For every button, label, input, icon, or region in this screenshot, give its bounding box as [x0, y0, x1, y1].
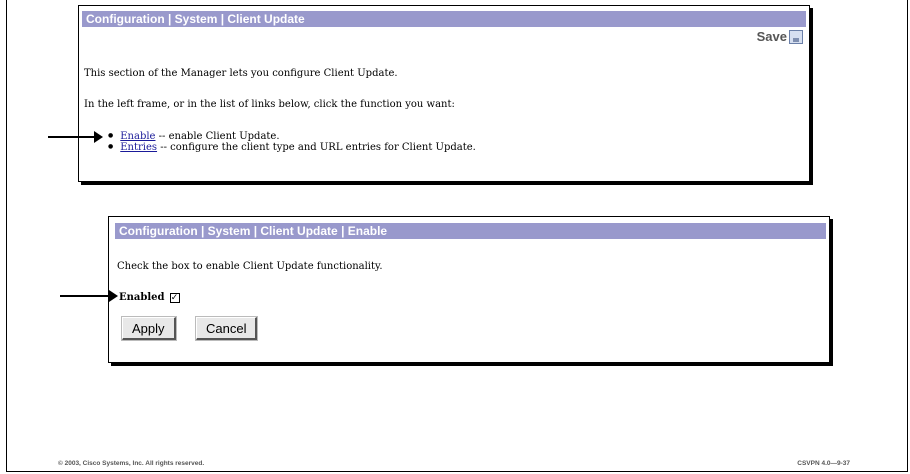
save-disk-icon: [789, 29, 803, 44]
entries-link-description: -- configure the client type and URL ent…: [157, 142, 476, 153]
page-title: Configuration | System | Client Update: [82, 11, 806, 27]
client-update-panel: Configuration | System | Client Update S…: [78, 5, 810, 182]
arrow-right-icon: [48, 131, 103, 143]
save-label: Save: [756, 29, 787, 44]
enable-instruction-text: Check the box to enable Client Update fu…: [117, 261, 383, 272]
enabled-checkbox[interactable]: ✓: [169, 292, 180, 303]
save-button[interactable]: Save: [757, 29, 803, 44]
entries-link[interactable]: Entries: [120, 142, 157, 153]
cancel-button[interactable]: Cancel: [196, 317, 258, 340]
list-item: Entries -- configure the client type and…: [108, 141, 476, 153]
copyright-text: © 2003, Cisco Systems, Inc. All rights r…: [58, 460, 205, 467]
apply-button[interactable]: Apply: [122, 317, 176, 340]
list-item: Enable -- enable Client Update.: [108, 130, 476, 142]
instruction-text: In the left frame, or in the list of lin…: [84, 99, 455, 110]
course-code-text: CSVPN 4.0—9-37: [797, 460, 850, 467]
checkmark-icon: ✓: [170, 292, 179, 303]
enable-page-title: Configuration | System | Client Update |…: [115, 223, 826, 239]
arrow-right-icon: [60, 290, 118, 302]
function-link-list: Enable -- enable Client Update. Entries …: [108, 130, 476, 153]
intro-text: This section of the Manager lets you con…: [84, 68, 398, 79]
enabled-row: Enabled ✓: [119, 292, 180, 303]
enabled-label: Enabled: [119, 292, 165, 303]
client-update-enable-panel: Configuration | System | Client Update |…: [108, 216, 830, 363]
